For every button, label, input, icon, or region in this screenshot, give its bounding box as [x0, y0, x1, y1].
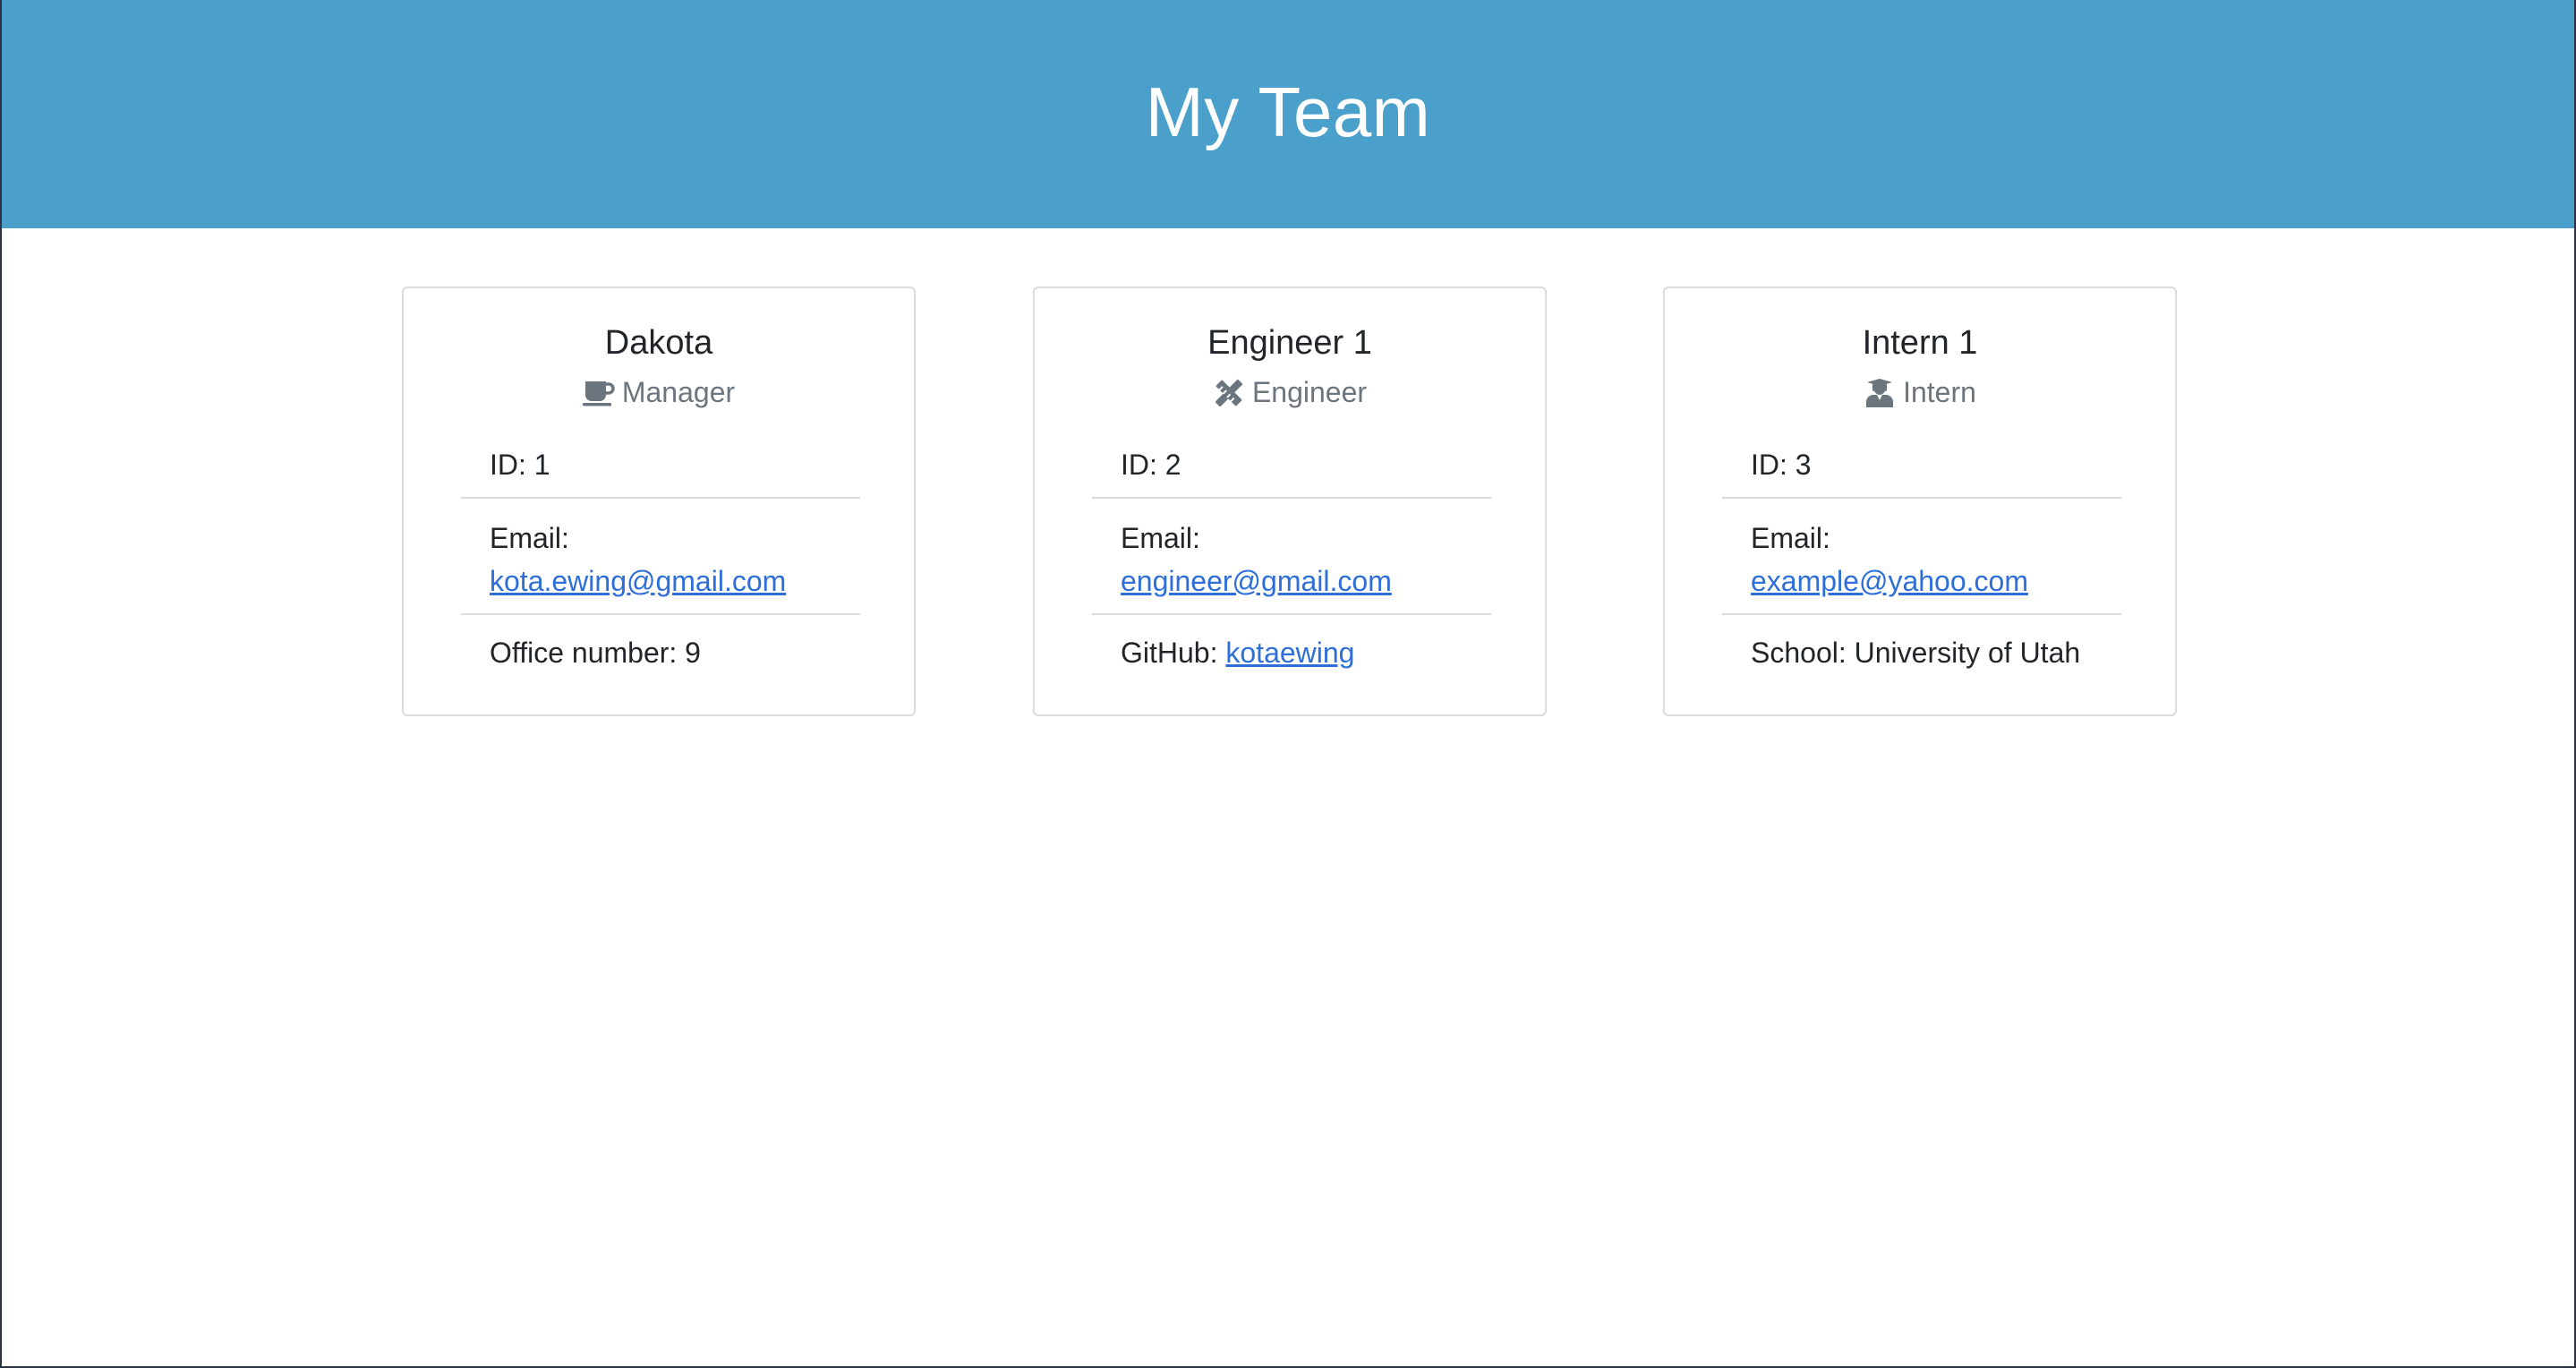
employee-name: Engineer 1 [1207, 324, 1372, 362]
employee-role: Manager [404, 376, 914, 409]
employee-id: ID: 1 [461, 425, 860, 499]
employee-name: Intern 1 [1862, 324, 1978, 362]
email-link[interactable]: engineer@gmail.com [1121, 565, 1392, 597]
github-label: GitHub: [1121, 637, 1226, 669]
employee-email-item: Email: example@yahoo.com [1722, 499, 2121, 615]
employee-role-label: Engineer [1251, 376, 1368, 408]
employee-role-label: Manager [621, 376, 736, 408]
employee-card-manager: Dakota Manager ID: 1 Email: kota.ewing@g… [402, 286, 916, 716]
coffee-icon [582, 379, 615, 407]
employee-name: Dakota [604, 324, 713, 362]
email-link[interactable]: example@yahoo.com [1751, 565, 2028, 597]
email-label: Email: [1751, 522, 1830, 554]
office-number: Office number: 9 [490, 637, 701, 669]
employee-role: Intern [1665, 376, 2175, 409]
employee-role: Engineer [1035, 376, 1545, 409]
email-label: Email: [1121, 522, 1200, 554]
employee-card-intern: Intern 1 Intern ID: 3 Email: example@yah… [1663, 286, 2177, 716]
employee-details: ID: 3 Email: example@yahoo.com School: U… [1722, 425, 2121, 674]
employee-role-label: Intern [1903, 376, 1976, 408]
employee-id: ID: 3 [1722, 425, 2121, 499]
employee-email-item: Email: kota.ewing@gmail.com [461, 499, 860, 615]
github-item: GitHub: kotaewing [1092, 615, 1491, 674]
email-link[interactable]: kota.ewing@gmail.com [490, 565, 786, 597]
school-item: School: University of Utah [1751, 637, 2081, 669]
employee-email-item: Email: engineer@gmail.com [1092, 499, 1491, 615]
page-title: My Team [1145, 73, 1431, 151]
employee-id: ID: 2 [1092, 425, 1491, 499]
employee-details: ID: 2 Email: engineer@gmail.com GitHub: … [1092, 425, 1491, 674]
pencil-ruler-icon [1213, 379, 1245, 407]
page-header: My Team [2, 0, 2574, 228]
email-label: Email: [490, 522, 569, 554]
graduate-icon [1864, 378, 1896, 407]
employee-details: ID: 1 Email: kota.ewing@gmail.com Office… [461, 425, 860, 674]
employee-card-engineer: Engineer 1 Engineer ID: 2 Email: enginee… [1033, 286, 1547, 716]
github-link[interactable]: kotaewing [1225, 637, 1354, 669]
